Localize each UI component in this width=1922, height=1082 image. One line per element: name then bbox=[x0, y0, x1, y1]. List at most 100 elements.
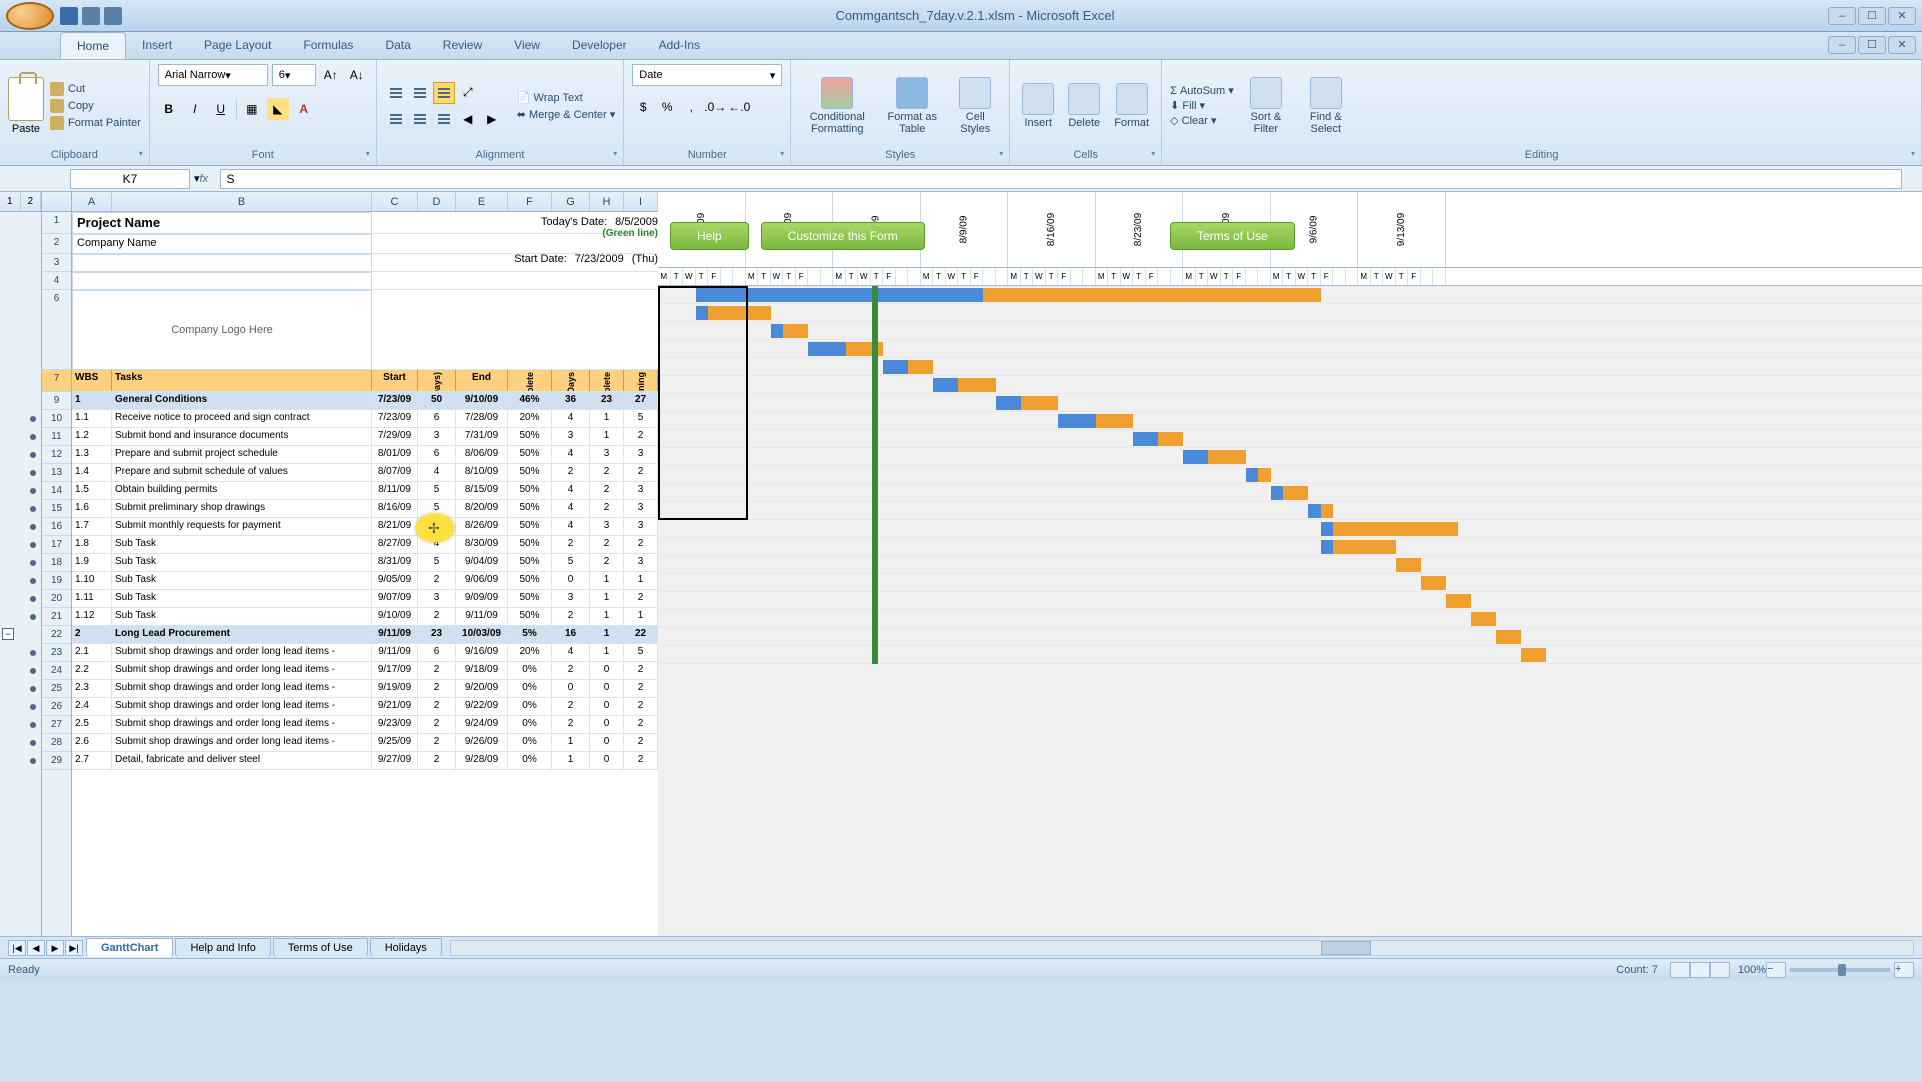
font-size-combo[interactable]: 6 ▾ bbox=[272, 64, 316, 86]
sheet-tab-help-and-info[interactable]: Help and Info bbox=[175, 938, 270, 957]
tab-formulas[interactable]: Formulas bbox=[287, 32, 369, 59]
wrap-text-button[interactable]: 📄 Wrap Text bbox=[517, 91, 616, 104]
delete-cells-button[interactable]: Delete bbox=[1064, 83, 1104, 129]
project-name-cell[interactable]: Project Name bbox=[72, 212, 372, 234]
sort-filter-button[interactable]: Sort & Filter bbox=[1240, 77, 1292, 135]
tab-insert[interactable]: Insert bbox=[126, 32, 188, 59]
task-row[interactable]: 1.6Submit preliminary shop drawings8/16/… bbox=[72, 500, 658, 518]
number-format-combo[interactable]: Date▾ bbox=[632, 64, 782, 86]
task-row[interactable]: 2.2Submit shop drawings and order long l… bbox=[72, 662, 658, 680]
col-D[interactable]: D bbox=[418, 192, 456, 211]
maximize-button[interactable]: ☐ bbox=[1858, 7, 1886, 25]
task-row[interactable]: 2.5Submit shop drawings and order long l… bbox=[72, 716, 658, 734]
zoom-out-button[interactable]: − bbox=[1766, 962, 1786, 978]
task-row[interactable]: 2.6Submit shop drawings and order long l… bbox=[72, 734, 658, 752]
align-center[interactable] bbox=[409, 108, 431, 130]
shrink-font-icon[interactable]: A↓ bbox=[346, 64, 368, 86]
company-name-cell[interactable]: Company Name bbox=[72, 234, 372, 254]
format-cells-button[interactable]: Format bbox=[1110, 83, 1153, 129]
clear-button[interactable]: ◇ Clear ▾ bbox=[1170, 114, 1234, 127]
col-E[interactable]: E bbox=[456, 192, 508, 211]
comma-button[interactable]: , bbox=[680, 96, 702, 118]
tab-data[interactable]: Data bbox=[369, 32, 426, 59]
task-row[interactable]: 2.3Submit shop drawings and order long l… bbox=[72, 680, 658, 698]
task-row[interactable]: 1.12Sub Task9/10/0929/11/0950%211 bbox=[72, 608, 658, 626]
minimize-button[interactable]: – bbox=[1828, 7, 1856, 25]
workbook-close[interactable]: ✕ bbox=[1888, 36, 1916, 54]
decrease-decimal[interactable]: ←.0 bbox=[728, 96, 750, 118]
insert-cells-button[interactable]: Insert bbox=[1018, 83, 1058, 129]
task-row[interactable]: 1.8Sub Task8/27/0948/30/0950%222 bbox=[72, 536, 658, 554]
view-pagebreak-icon[interactable] bbox=[1710, 962, 1730, 978]
format-painter-button[interactable]: Format Painter bbox=[50, 116, 141, 130]
tab-developer[interactable]: Developer bbox=[556, 32, 643, 59]
merge-center-button[interactable]: ⬌ Merge & Center ▾ bbox=[517, 108, 616, 121]
company-logo-placeholder[interactable]: Company Logo Here bbox=[72, 290, 372, 370]
outline-area[interactable]: − bbox=[0, 212, 42, 936]
tab-page-layout[interactable]: Page Layout bbox=[188, 32, 287, 59]
tab-review[interactable]: Review bbox=[427, 32, 498, 59]
format-as-table-button[interactable]: Format as Table bbox=[881, 77, 943, 135]
border-button[interactable]: ▦ bbox=[241, 98, 263, 120]
copy-button[interactable]: Copy bbox=[50, 99, 141, 113]
view-layout-icon[interactable] bbox=[1690, 962, 1710, 978]
increase-decimal[interactable]: .0→ bbox=[704, 96, 726, 118]
align-left[interactable] bbox=[385, 108, 407, 130]
view-normal-icon[interactable] bbox=[1670, 962, 1690, 978]
align-bottom[interactable] bbox=[433, 82, 455, 104]
task-row[interactable]: 2Long Lead Procurement9/11/092310/03/095… bbox=[72, 626, 658, 644]
grow-font-icon[interactable]: A↑ bbox=[320, 64, 342, 86]
col-C[interactable]: C bbox=[372, 192, 418, 211]
tab-add-ins[interactable]: Add-Ins bbox=[643, 32, 716, 59]
autosum-button[interactable]: Σ AutoSum ▾ bbox=[1170, 84, 1234, 97]
align-right[interactable] bbox=[433, 108, 455, 130]
col-H[interactable]: H bbox=[590, 192, 624, 211]
col-G[interactable]: G bbox=[552, 192, 590, 211]
worksheet[interactable]: 12 A B C D E F G H I KLMNOPQRSTUVWXYZAAA… bbox=[0, 192, 1922, 936]
task-row[interactable]: 1.1Receive notice to proceed and sign co… bbox=[72, 410, 658, 428]
underline-button[interactable]: U bbox=[210, 98, 232, 120]
task-row[interactable]: 1.7Submit monthly requests for payment8/… bbox=[72, 518, 658, 536]
horizontal-scrollbar[interactable] bbox=[450, 940, 1914, 956]
find-select-button[interactable]: Find & Select bbox=[1298, 77, 1354, 135]
name-box[interactable]: K7 bbox=[70, 169, 190, 189]
undo-icon[interactable] bbox=[82, 7, 100, 25]
sheet-tab-ganttchart[interactable]: GanttChart bbox=[86, 938, 173, 957]
tab-nav-prev[interactable]: ◀ bbox=[27, 940, 45, 956]
zoom-in-button[interactable]: + bbox=[1894, 962, 1914, 978]
help-button[interactable]: Help bbox=[670, 222, 749, 250]
bold-button[interactable]: B bbox=[158, 98, 180, 120]
task-row[interactable]: 1.2Submit bond and insurance documents7/… bbox=[72, 428, 658, 446]
terms-of-use-button[interactable]: Terms of Use bbox=[1170, 222, 1295, 250]
task-row[interactable]: 1.4Prepare and submit schedule of values… bbox=[72, 464, 658, 482]
sheet-tab-holidays[interactable]: Holidays bbox=[370, 938, 442, 957]
task-row[interactable]: 2.7Detail, fabricate and deliver steel9/… bbox=[72, 752, 658, 770]
task-row[interactable]: 1.10Sub Task9/05/0929/06/0950%011 bbox=[72, 572, 658, 590]
paste-icon[interactable] bbox=[8, 77, 44, 121]
sheet-tab-terms-of-use[interactable]: Terms of Use bbox=[273, 938, 368, 957]
redo-icon[interactable] bbox=[104, 7, 122, 25]
task-row[interactable]: 1.3Prepare and submit project schedule8/… bbox=[72, 446, 658, 464]
align-top[interactable] bbox=[385, 82, 407, 104]
task-row[interactable]: 2.4Submit shop drawings and order long l… bbox=[72, 698, 658, 716]
decrease-indent[interactable]: ◀ bbox=[457, 108, 479, 130]
workbook-minimize[interactable]: – bbox=[1828, 36, 1856, 54]
office-button[interactable] bbox=[6, 2, 54, 30]
fx-icon[interactable]: fx bbox=[200, 173, 220, 185]
task-row[interactable]: 1.5Obtain building permits8/11/0958/15/0… bbox=[72, 482, 658, 500]
tab-nav-next[interactable]: ▶ bbox=[46, 940, 64, 956]
italic-button[interactable]: I bbox=[184, 98, 206, 120]
close-button[interactable]: ✕ bbox=[1888, 7, 1916, 25]
increase-indent[interactable]: ▶ bbox=[481, 108, 503, 130]
task-row[interactable]: 1.9Sub Task8/31/0959/04/0950%523 bbox=[72, 554, 658, 572]
fill-color-button[interactable]: ◣ bbox=[267, 98, 289, 120]
workbook-restore[interactable]: ☐ bbox=[1858, 36, 1886, 54]
col-F[interactable]: F bbox=[508, 192, 552, 211]
tab-home[interactable]: Home bbox=[60, 32, 126, 59]
percent-button[interactable]: % bbox=[656, 96, 678, 118]
customize-form-button[interactable]: Customize this Form bbox=[761, 222, 925, 250]
tab-view[interactable]: View bbox=[498, 32, 556, 59]
task-row[interactable]: 1General Conditions7/23/09509/10/0946%36… bbox=[72, 392, 658, 410]
save-icon[interactable] bbox=[60, 7, 78, 25]
task-row[interactable]: 1.11Sub Task9/07/0939/09/0950%312 bbox=[72, 590, 658, 608]
